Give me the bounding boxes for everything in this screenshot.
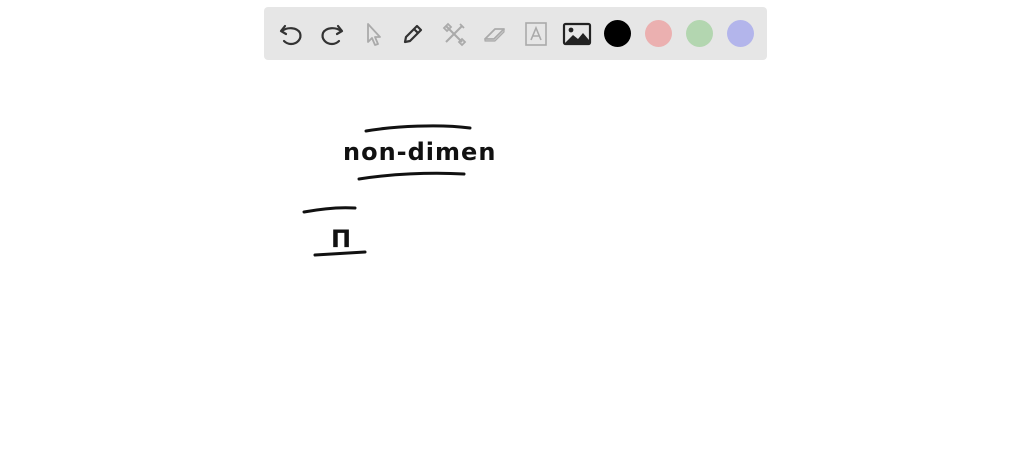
select-button[interactable] bbox=[358, 19, 388, 49]
undo-button[interactable] bbox=[276, 19, 306, 49]
text-button[interactable] bbox=[521, 19, 551, 49]
pencil-icon bbox=[403, 24, 423, 44]
undo-icon bbox=[279, 24, 302, 46]
underline-stroke bbox=[357, 171, 466, 181]
pointer-icon bbox=[367, 23, 381, 46]
tools-icon bbox=[442, 22, 467, 47]
handwritten-word: non-dimen bbox=[343, 138, 496, 166]
eraser-icon bbox=[484, 28, 505, 42]
color-green-swatch[interactable] bbox=[686, 20, 713, 47]
handwriting-word-group: non-dimen bbox=[343, 124, 496, 181]
tools-button[interactable] bbox=[439, 19, 469, 49]
drawing-toolbar bbox=[264, 7, 767, 60]
overline-stroke bbox=[364, 124, 472, 133]
handwriting-symbol-group: Π bbox=[302, 206, 367, 257]
image-icon bbox=[562, 22, 592, 46]
image-button[interactable] bbox=[562, 19, 592, 49]
eraser-button[interactable] bbox=[480, 19, 510, 49]
whiteboard-page: non-dimen Π bbox=[0, 0, 1024, 470]
redo-icon bbox=[321, 24, 344, 46]
color-red-swatch[interactable] bbox=[645, 20, 672, 47]
color-blue-swatch[interactable] bbox=[727, 20, 754, 47]
redo-button[interactable] bbox=[317, 19, 347, 49]
drawing-canvas[interactable]: non-dimen Π bbox=[0, 60, 1024, 470]
handwritten-symbol: Π bbox=[331, 225, 352, 253]
pen-button[interactable] bbox=[398, 19, 428, 49]
symbol-bottom-stroke bbox=[313, 250, 367, 257]
symbol-top-stroke bbox=[302, 206, 357, 214]
color-black-swatch[interactable] bbox=[604, 20, 631, 47]
text-box-icon bbox=[525, 22, 547, 46]
